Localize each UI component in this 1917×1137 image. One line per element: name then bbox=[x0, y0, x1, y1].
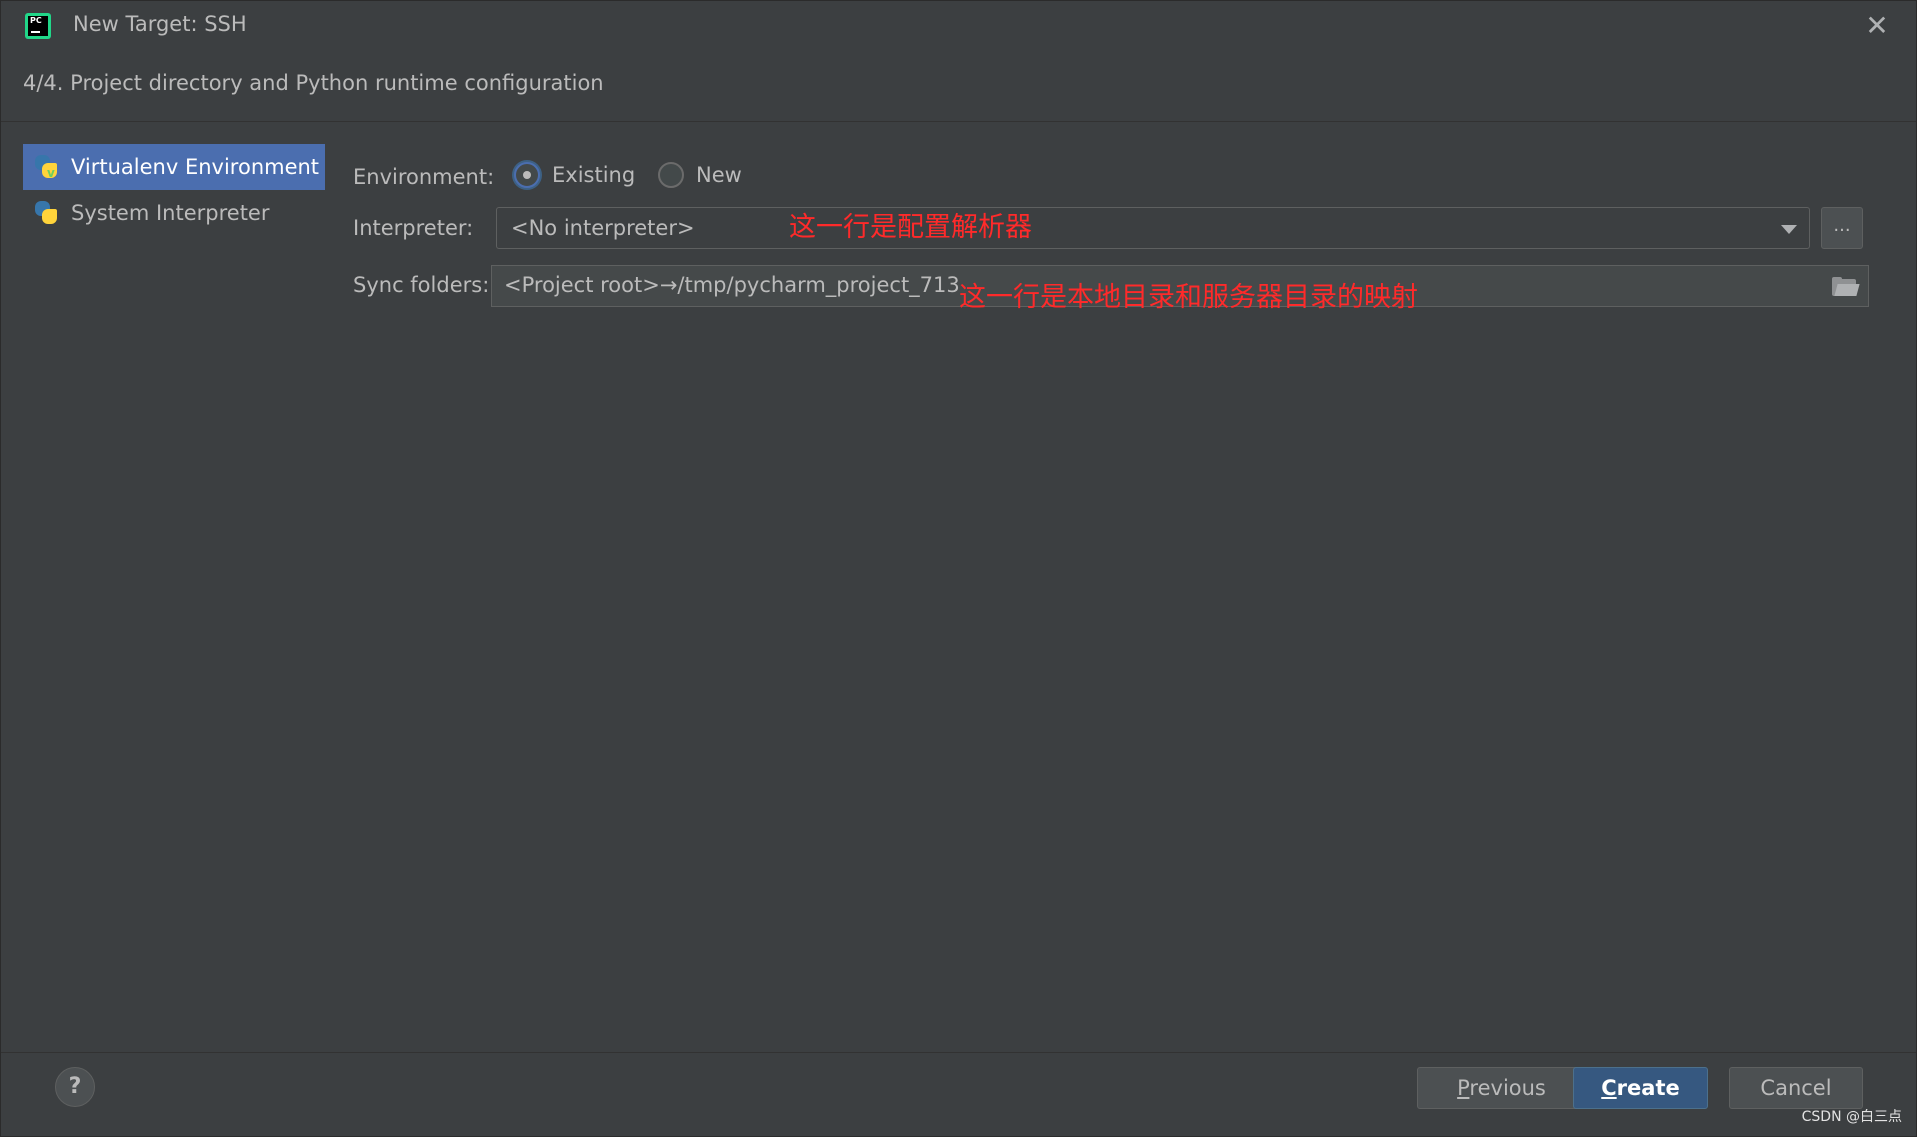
radio-label: Existing bbox=[552, 163, 636, 187]
sidebar-item-label: System Interpreter bbox=[71, 201, 270, 225]
radio-label: New bbox=[696, 163, 742, 187]
mnemonic: P bbox=[1457, 1076, 1470, 1100]
create-button[interactable]: Create bbox=[1573, 1067, 1708, 1109]
sidebar-item-label: Virtualenv Environment bbox=[71, 155, 320, 179]
sync-folders-label: Sync folders: bbox=[353, 273, 490, 297]
header-divider bbox=[1, 121, 1916, 122]
help-button[interactable]: ? bbox=[55, 1067, 95, 1107]
python-icon bbox=[33, 200, 59, 226]
browse-interpreter-button[interactable]: ... bbox=[1821, 207, 1863, 249]
title-bar: PC New Target: SSH ✕ bbox=[1, 1, 1916, 51]
interpreter-label: Interpreter: bbox=[353, 216, 474, 240]
mnemonic: C bbox=[1601, 1076, 1617, 1100]
annotation-interpreter: 这一行是配置解析器 bbox=[789, 212, 1032, 243]
previous-button[interactable]: Previous bbox=[1417, 1067, 1586, 1109]
environment-label: Environment: bbox=[353, 165, 495, 189]
new-target-dialog: PC New Target: SSH ✕ 4/4. Project direct… bbox=[0, 0, 1917, 1137]
cancel-button[interactable]: Cancel bbox=[1729, 1067, 1863, 1109]
annotation-sync-folders: 这一行是本地目录和服务器目录的映射 bbox=[959, 282, 1418, 313]
interpreter-combobox[interactable]: <No interpreter> bbox=[496, 207, 1810, 249]
close-icon[interactable]: ✕ bbox=[1862, 11, 1892, 41]
sync-folders-value: <Project root>→/tmp/pycharm_project_713 bbox=[504, 273, 960, 297]
environment-existing-radio[interactable]: Existing bbox=[514, 162, 635, 188]
environment-new-radio[interactable]: New bbox=[658, 162, 742, 188]
python-virtualenv-icon: v bbox=[33, 154, 59, 180]
sidebar-item-virtualenv[interactable]: v Virtualenv Environment bbox=[23, 144, 325, 190]
pycharm-logo-icon: PC bbox=[25, 13, 51, 39]
step-title: 4/4. Project directory and Python runtim… bbox=[23, 71, 604, 95]
chevron-down-icon bbox=[1781, 225, 1797, 234]
sidebar-item-system-interpreter[interactable]: System Interpreter bbox=[23, 190, 325, 236]
interpreter-value: <No interpreter> bbox=[511, 216, 695, 240]
folder-open-icon[interactable] bbox=[1832, 277, 1860, 297]
footer-divider bbox=[1, 1052, 1916, 1053]
interpreter-type-list: v Virtualenv Environment System Interpre… bbox=[23, 144, 325, 236]
window-title: New Target: SSH bbox=[73, 12, 247, 36]
button-label: reate bbox=[1616, 1076, 1680, 1100]
radio-circle bbox=[658, 162, 684, 188]
watermark: CSDN @白三点 bbox=[1801, 1109, 1902, 1125]
button-label: revious bbox=[1469, 1076, 1546, 1100]
radio-circle bbox=[514, 162, 540, 188]
